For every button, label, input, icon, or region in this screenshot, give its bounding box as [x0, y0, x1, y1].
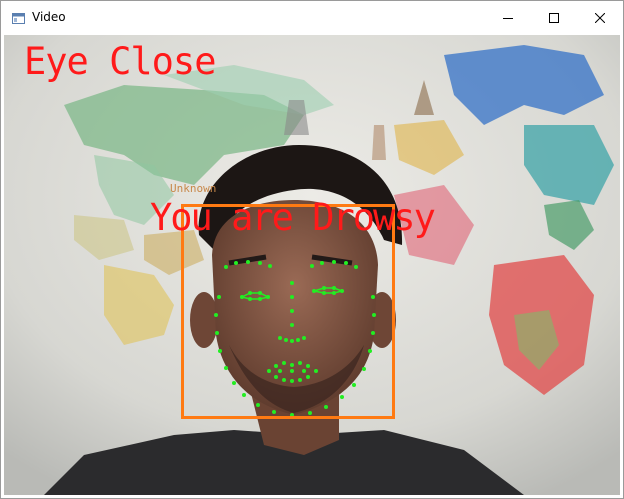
- close-button[interactable]: [577, 1, 623, 35]
- window-app-icon: [12, 13, 25, 24]
- close-icon: [595, 13, 605, 23]
- video-window: Video Eye Close Unknown You are Drowsy: [0, 0, 624, 499]
- window-title: Video: [32, 10, 66, 24]
- camera-feed: Eye Close Unknown You are Drowsy: [4, 35, 620, 495]
- minimize-icon: [503, 18, 513, 19]
- title-bar[interactable]: Video: [1, 1, 623, 35]
- face-identity-label: Unknown: [170, 182, 217, 195]
- maximize-button[interactable]: [531, 1, 577, 35]
- eye-state-label: Eye Close: [24, 40, 216, 83]
- maximize-icon: [549, 13, 559, 23]
- minimize-button[interactable]: [485, 1, 531, 35]
- drowsiness-alert-label: You are Drowsy: [150, 196, 436, 239]
